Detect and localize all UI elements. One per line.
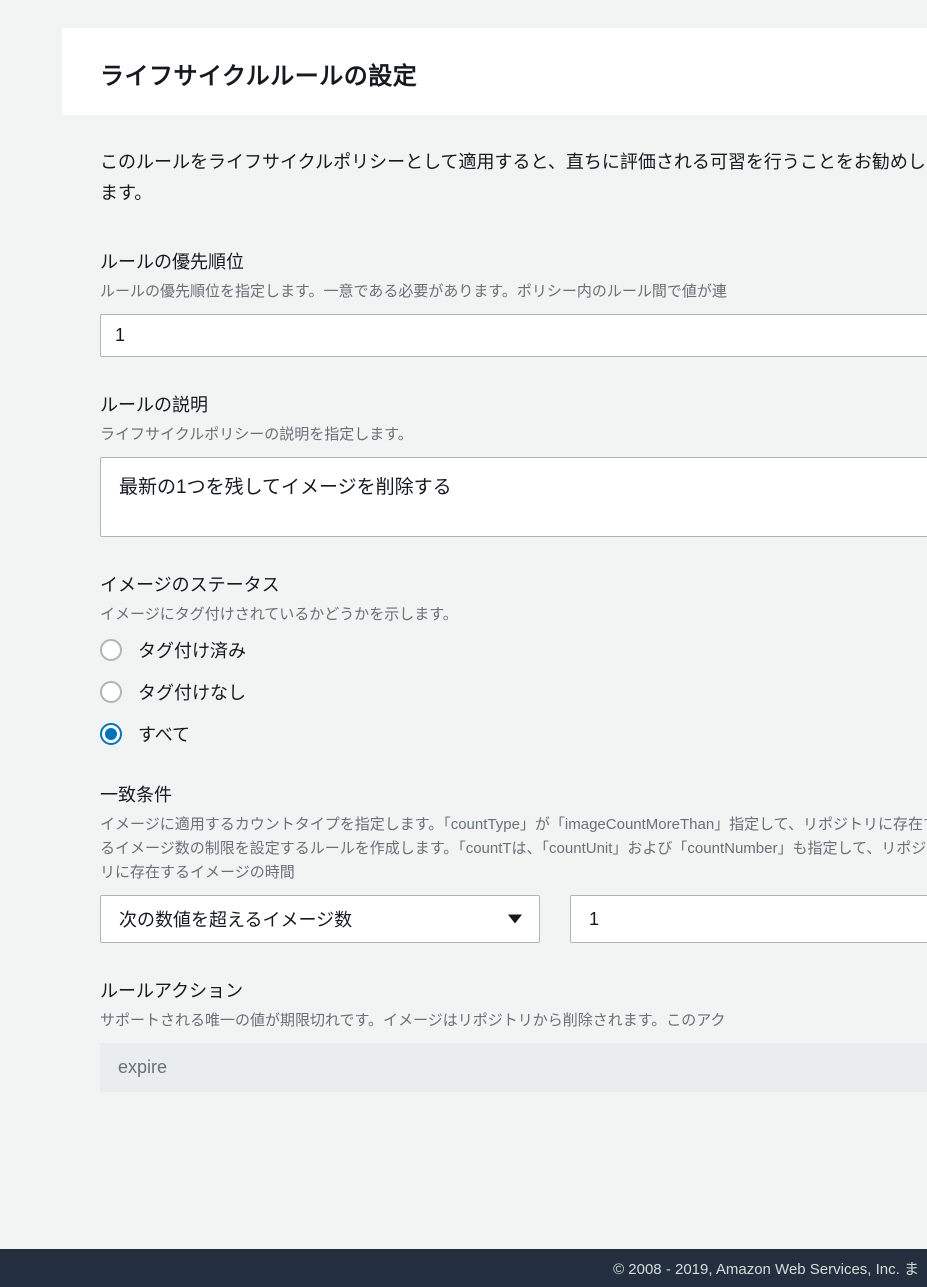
priority-help: ルールの優先順位を指定します。一意である必要があります。ポリシー内のルール間で値…: [100, 280, 927, 304]
description-field: ルールの説明 ライフサイクルポリシーの説明を指定します。: [100, 391, 927, 537]
radio-label-all: すべて: [138, 721, 190, 747]
rule-action-help: サポートされる唯一の値が期限切れです。イメージはリポジトリから削除されます。この…: [100, 1009, 927, 1033]
count-number-input[interactable]: [570, 895, 927, 943]
image-status-label: イメージのステータス: [100, 571, 927, 597]
radio-label-tagged: タグ付け済み: [138, 637, 246, 663]
settings-panel-header: ライフサイクルルールの設定: [62, 28, 927, 115]
chevron-down-icon: [508, 915, 522, 924]
rule-action-field: ルールアクション サポートされる唯一の値が期限切れです。イメージはリポジトリから…: [100, 977, 927, 1092]
priority-field: ルールの優先順位 ルールの優先順位を指定します。一意である必要があります。ポリシ…: [100, 248, 927, 357]
image-status-radio-group: タグ付け済み タグ付けなし すべて: [100, 637, 927, 747]
match-criteria-row: 次の数値を超えるイメージ数: [100, 895, 927, 943]
radio-option-untagged[interactable]: タグ付けなし: [100, 679, 927, 705]
radio-icon: [100, 681, 122, 703]
description-input[interactable]: [100, 457, 927, 537]
description-help: ライフサイクルポリシーの説明を指定します。: [100, 423, 927, 447]
radio-icon: [100, 639, 122, 661]
image-status-field: イメージのステータス イメージにタグ付けされているかどうかを示します。 タグ付け…: [100, 571, 927, 747]
radio-icon-checked: [100, 723, 122, 745]
panel-title: ライフサイクルルールの設定: [100, 56, 927, 91]
match-criteria-field: 一致条件 イメージに適用するカウントタイプを指定します。「countType」が…: [100, 781, 927, 943]
radio-label-untagged: タグ付けなし: [138, 679, 246, 705]
footer-copyright: © 2008 - 2019, Amazon Web Services, Inc.…: [613, 1258, 919, 1279]
rule-action-input: [100, 1043, 927, 1092]
count-type-select[interactable]: 次の数値を超えるイメージ数: [100, 895, 540, 943]
match-criteria-help: イメージに適用するカウントタイプを指定します。「countType」が「imag…: [100, 813, 927, 885]
radio-option-all[interactable]: すべて: [100, 721, 927, 747]
description-label: ルールの説明: [100, 391, 927, 417]
image-status-help: イメージにタグ付けされているかどうかを示します。: [100, 603, 927, 627]
match-criteria-label: 一致条件: [100, 781, 927, 807]
select-box: 次の数値を超えるイメージ数: [100, 895, 540, 943]
radio-option-tagged[interactable]: タグ付け済み: [100, 637, 927, 663]
select-value: 次の数値を超えるイメージ数: [119, 906, 352, 932]
priority-input[interactable]: [100, 314, 927, 357]
priority-label: ルールの優先順位: [100, 248, 927, 274]
footer-bar: © 2008 - 2019, Amazon Web Services, Inc.…: [0, 1249, 927, 1287]
settings-content: このルールをライフサイクルポリシーとして適用すると、直ちに評価される可習を行うこ…: [62, 147, 927, 1092]
intro-text: このルールをライフサイクルポリシーとして適用すると、直ちに評価される可習を行うこ…: [100, 147, 927, 208]
rule-action-label: ルールアクション: [100, 977, 927, 1003]
